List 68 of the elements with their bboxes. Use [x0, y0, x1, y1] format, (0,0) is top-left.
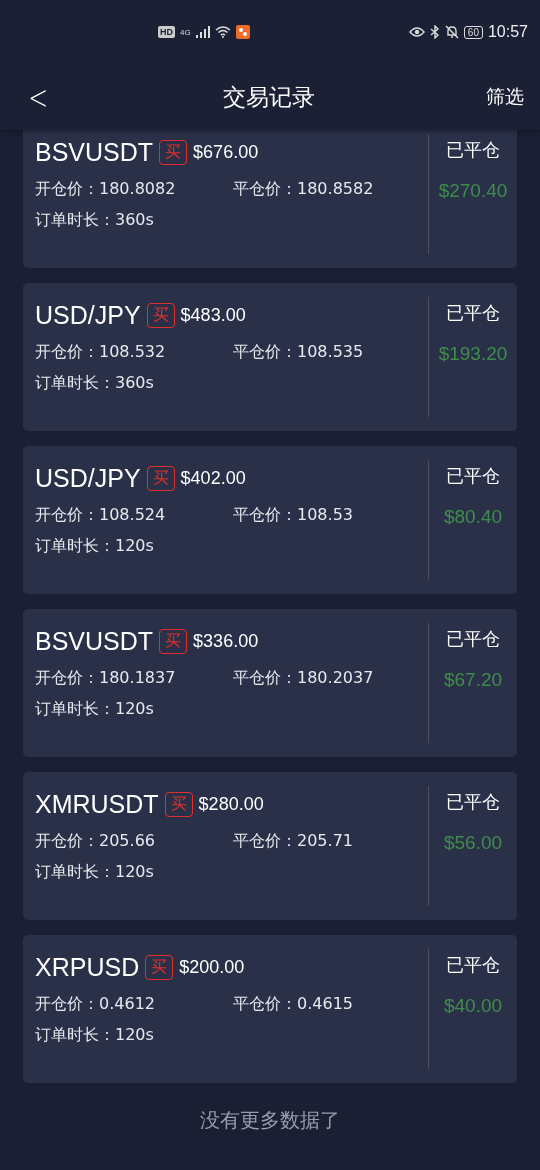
open-price: 开仓价：205.66	[35, 831, 156, 852]
profit: $40.00	[443, 995, 503, 1017]
order-duration: 订单时长：120s	[35, 699, 155, 720]
order-card[interactable]: XRPUSD 买 $200.00 开仓价：0.4612 平仓价：0.4615 订单时长：120s 已平仓 $40.00	[23, 935, 517, 1083]
clock: 10:57	[487, 23, 528, 41]
order-duration: 订单时长：120s	[35, 536, 155, 557]
order-card[interactable]: BSVUSDT 买 $336.00 开仓价：180.1837 平仓价：180.2037 订单时长：120s 已平仓 $67.20	[23, 609, 517, 757]
back-button[interactable]: <	[24, 77, 53, 117]
network-type: 4G	[180, 27, 191, 37]
close-price: 平仓价：0.4615	[233, 994, 353, 1015]
order-amount: $483.00	[180, 305, 246, 326]
profit: $56.00	[443, 832, 503, 854]
side-tag: 买	[146, 303, 175, 328]
side-tag: 买	[159, 140, 188, 165]
open-price: 开仓价：108.532	[35, 342, 167, 363]
profit: $270.40	[438, 180, 508, 202]
battery-indicator: 60	[463, 25, 483, 39]
hd-badge: HD	[158, 26, 175, 38]
page-title: 交易记录	[223, 82, 316, 112]
wifi-icon	[214, 26, 231, 38]
order-status: 已平仓	[446, 138, 500, 162]
profit: $193.20	[438, 343, 508, 365]
order-status: 已平仓	[446, 301, 500, 325]
open-price: 开仓价：180.8082	[35, 179, 177, 200]
side-tag: 买	[159, 629, 188, 654]
order-duration: 订单时长：360s	[35, 210, 155, 231]
close-price: 平仓价：180.8582	[233, 179, 374, 200]
open-price: 开仓价：108.524	[35, 505, 167, 526]
signal-icon	[195, 26, 210, 38]
order-card[interactable]: USD/JPY 买 $483.00 开仓价：108.532 平仓价：108.535 订单时长：360s 已平仓 $193.20	[23, 283, 517, 431]
eye-icon	[408, 26, 425, 38]
profit: $80.40	[443, 506, 503, 528]
order-card[interactable]: XMRUSDT 买 $280.00 开仓价：205.66 平仓价：205.71 订单时长：120s 已平仓 $56.00	[23, 772, 517, 920]
symbol: XRPUSD	[35, 953, 140, 982]
open-price: 开仓价：0.4612	[35, 994, 156, 1015]
order-amount: $402.00	[180, 468, 246, 489]
order-duration: 订单时长：360s	[35, 373, 155, 394]
bluetooth-icon	[429, 25, 440, 39]
app-notification-icon	[235, 25, 250, 39]
order-duration: 订单时长：120s	[35, 1025, 155, 1046]
open-price: 开仓价：180.1837	[35, 668, 177, 689]
close-price: 平仓价：180.2037	[233, 668, 374, 689]
order-status: 已平仓	[446, 790, 500, 814]
symbol: BSVUSDT	[35, 627, 154, 656]
close-price: 平仓价：108.53	[233, 505, 353, 526]
order-amount: $280.00	[198, 794, 264, 815]
symbol: BSVUSDT	[35, 138, 154, 167]
bell-off-icon	[444, 25, 459, 39]
profit: $67.20	[443, 669, 503, 691]
end-of-list-text: 没有更多数据了	[199, 1107, 341, 1134]
side-tag: 买	[164, 792, 193, 817]
side-tag: 买	[145, 955, 174, 980]
close-price: 平仓价：108.535	[233, 342, 364, 363]
order-amount: $200.00	[179, 957, 245, 978]
order-amount: $676.00	[193, 142, 259, 163]
order-status: 已平仓	[446, 627, 500, 651]
order-card[interactable]: USD/JPY 买 $402.00 开仓价：108.524 平仓价：108.53 订单时长：120s 已平仓 $80.40	[23, 446, 517, 594]
filter-button[interactable]: 筛选	[480, 83, 530, 111]
symbol: XMRUSDT	[35, 790, 159, 819]
side-tag: 买	[146, 466, 175, 491]
close-price: 平仓价：205.71	[233, 831, 353, 852]
order-duration: 订单时长：120s	[35, 862, 155, 883]
order-card[interactable]: BSVUSDT 买 $676.00 开仓价：180.8082 平仓价：180.8582 订单时长：360s 已平仓 $270.40	[23, 130, 517, 268]
symbol: USD/JPY	[35, 464, 141, 493]
symbol: USD/JPY	[35, 301, 141, 330]
order-amount: $336.00	[193, 631, 259, 652]
order-status: 已平仓	[446, 953, 500, 977]
order-status: 已平仓	[446, 464, 500, 488]
